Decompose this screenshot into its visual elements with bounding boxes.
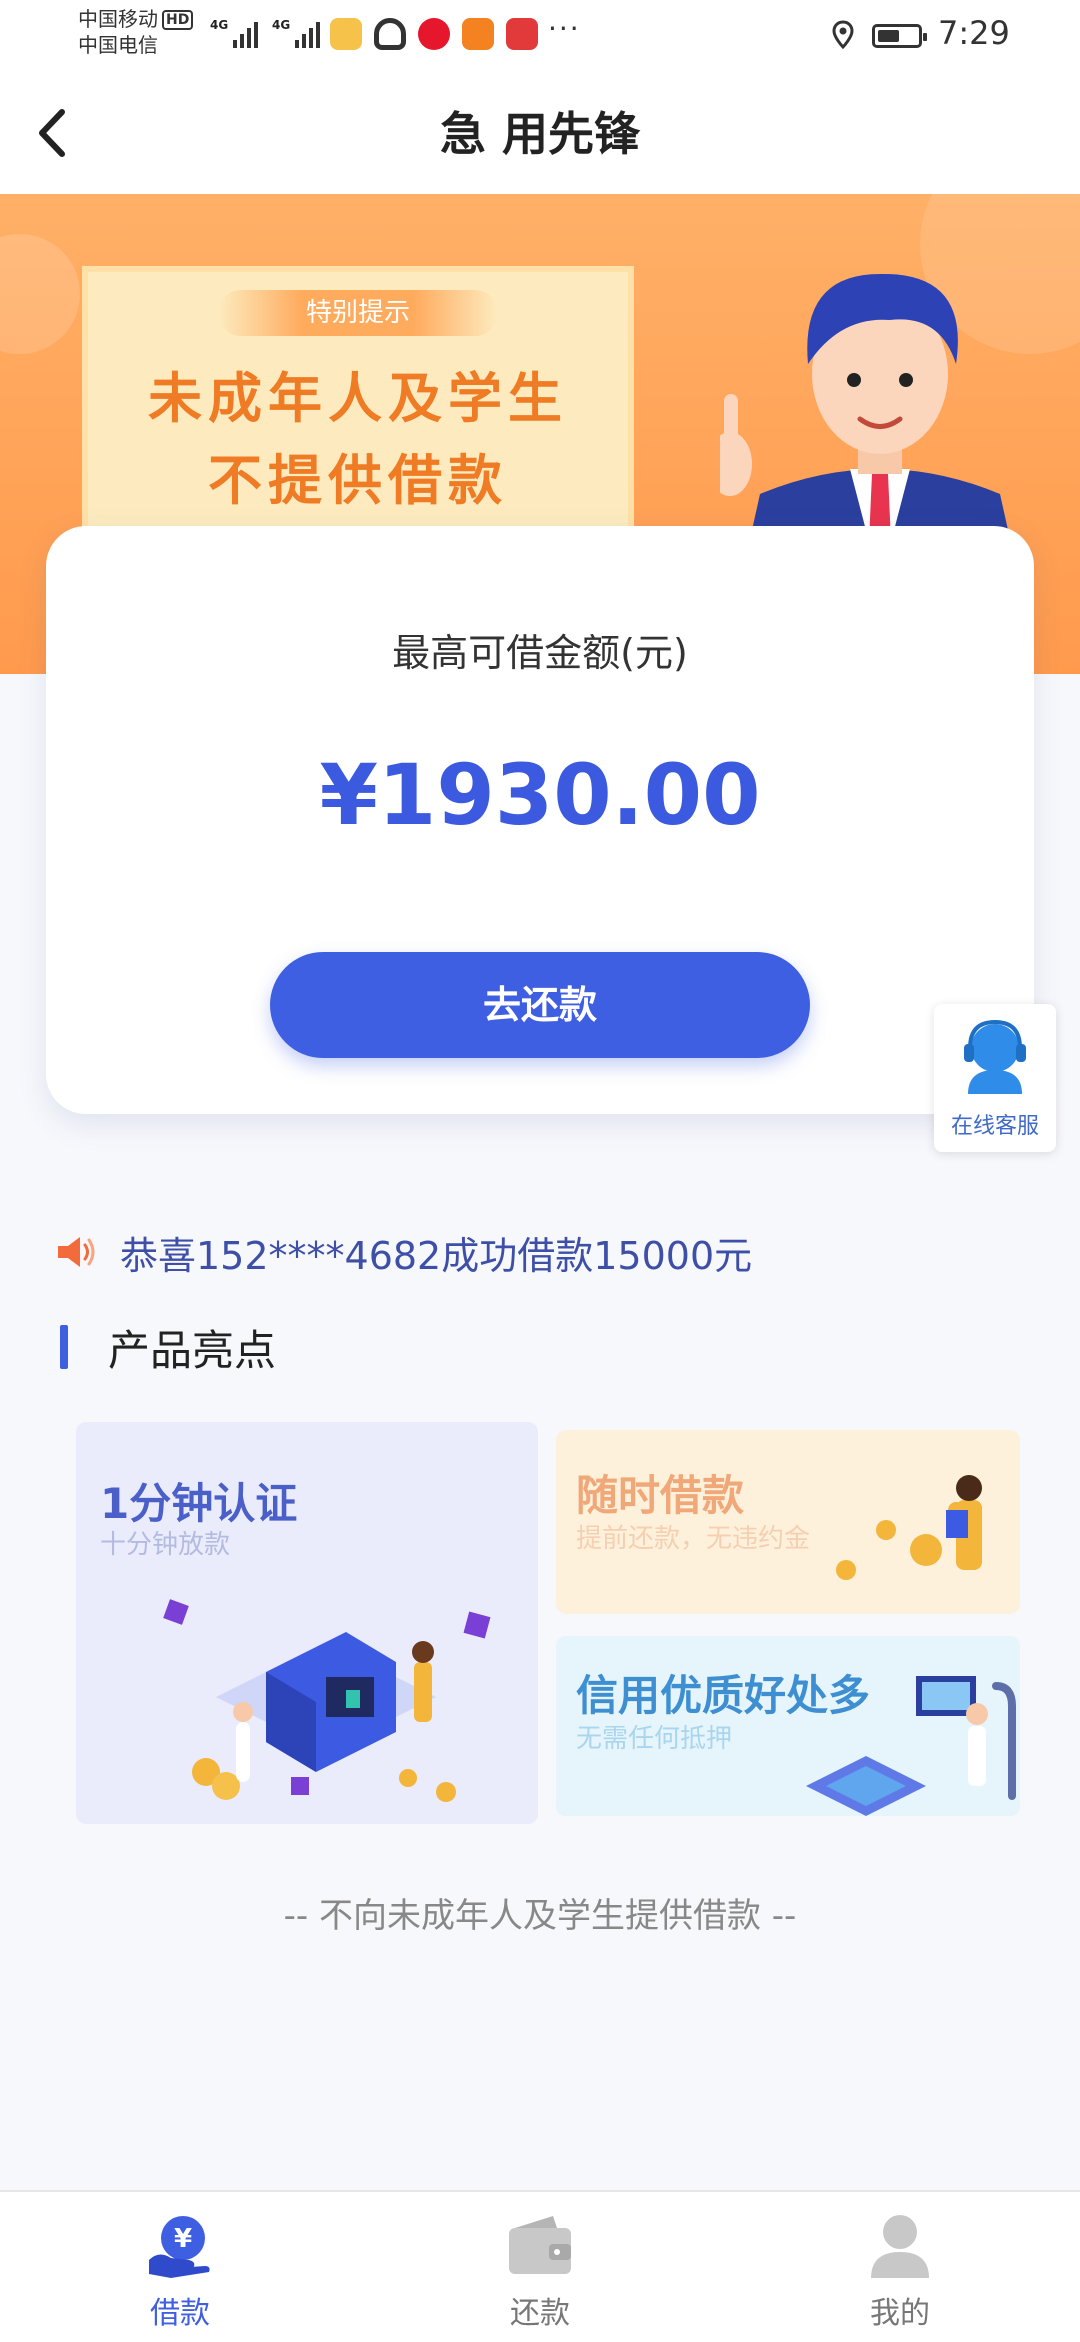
nav-tab-mine[interactable]: 我的 — [720, 2192, 1080, 2342]
feature-subtitle: 提前还款，无违约金 — [576, 1524, 811, 1554]
loan-amount-card: 最高可借金额(元) ¥1930.00 去还款 — [46, 526, 1034, 1114]
page-title: 急 用先锋 — [439, 107, 640, 161]
headphones-app-icon — [374, 18, 406, 50]
speaker-icon — [58, 1237, 95, 1267]
carrier-2: 中国电信 — [78, 33, 158, 57]
nav-label: 我的 — [870, 2296, 930, 2331]
status-time: 7:29 — [938, 14, 1010, 52]
signal-icon-2: 4G — [272, 18, 321, 48]
carrier-1: 中国移动 — [78, 7, 158, 31]
online-service-button[interactable]: 在线客服 — [934, 1004, 1056, 1152]
notice-board: 特别提示 未成年人及学生 不提供借款 — [82, 266, 634, 556]
feature-title: 1分钟认证 — [100, 1479, 298, 1528]
mail-app-icon — [330, 18, 362, 50]
coins-illustration — [836, 1475, 982, 1580]
online-service-label: 在线客服 — [950, 1114, 1039, 1139]
status-bar: 中国移动 HD 中国电信 4G 4G ··· 7:29 — [0, 0, 1080, 72]
signal-icon: 4G — [210, 18, 259, 48]
notice-text: 未成年人及学生 不提供借款 — [88, 358, 628, 522]
more-notifications-icon: ··· — [548, 12, 581, 45]
ticker-text: 恭喜152****4682成功借款15000元 — [120, 1233, 753, 1278]
bottom-navigation: ¥ 借款 还款 我的 — [0, 2190, 1080, 2342]
notice-badge: 特别提示 — [218, 290, 498, 336]
verification-illustration — [163, 1599, 491, 1802]
feature-title: 随时借款 — [576, 1471, 745, 1520]
section-title: 产品亮点 — [108, 1325, 277, 1375]
section-accent-bar — [60, 1325, 68, 1369]
app-header: 急 用先锋 — [0, 72, 1080, 194]
nav-tab-borrow[interactable]: ¥ 借款 — [0, 2192, 360, 2342]
nav-tab-repay[interactable]: 还款 — [360, 2192, 720, 2342]
section-header: 产品亮点 — [60, 1322, 276, 1375]
video-app-icon — [462, 18, 494, 50]
nav-label: 还款 — [510, 2296, 570, 2331]
feature-card-fast-verify[interactable]: 1分钟认证 十分钟放款 — [76, 1422, 538, 1824]
location-icon — [832, 20, 854, 50]
repay-button[interactable]: 去还款 — [270, 952, 810, 1058]
user-icon — [871, 2215, 929, 2278]
feature-subtitle: 无需任何抵押 — [576, 1724, 733, 1754]
footer-disclaimer: -- 不向未成年人及学生提供借款 -- — [283, 1896, 797, 1936]
hd-badge: HD — [162, 10, 194, 30]
reader-app-icon — [506, 18, 538, 50]
battery-icon — [872, 24, 927, 48]
feature-subtitle: 十分钟放款 — [100, 1530, 231, 1560]
loan-ticker: 恭喜152****4682成功借款15000元 — [56, 1222, 752, 1282]
notice-line-1: 未成年人及学生 — [148, 367, 568, 430]
svg-text:¥: ¥ — [174, 2224, 192, 2254]
max-loan-label: 最高可借金额(元) — [392, 631, 688, 675]
network-type-2: 4G — [272, 18, 291, 32]
feature-card-good-credit[interactable]: 信用优质好处多 无需任何抵押 — [556, 1636, 1020, 1816]
wallet-icon — [509, 2216, 571, 2274]
max-loan-amount: ¥1930.00 — [319, 746, 761, 844]
credit-illustration — [806, 1676, 1016, 1816]
weibo-icon — [418, 18, 450, 50]
yen-hand-icon: ¥ — [149, 2216, 210, 2278]
notification-icons — [330, 18, 538, 50]
headset-agent-icon — [964, 1019, 1026, 1094]
carrier-info: 中国移动 HD 中国电信 — [78, 6, 194, 58]
notice-line-2: 不提供借款 — [208, 449, 508, 512]
feature-card-anytime-loan[interactable]: 随时借款 提前还款，无违约金 — [556, 1430, 1020, 1614]
nav-label: 借款 — [150, 2296, 210, 2331]
network-type-1: 4G — [210, 18, 229, 32]
